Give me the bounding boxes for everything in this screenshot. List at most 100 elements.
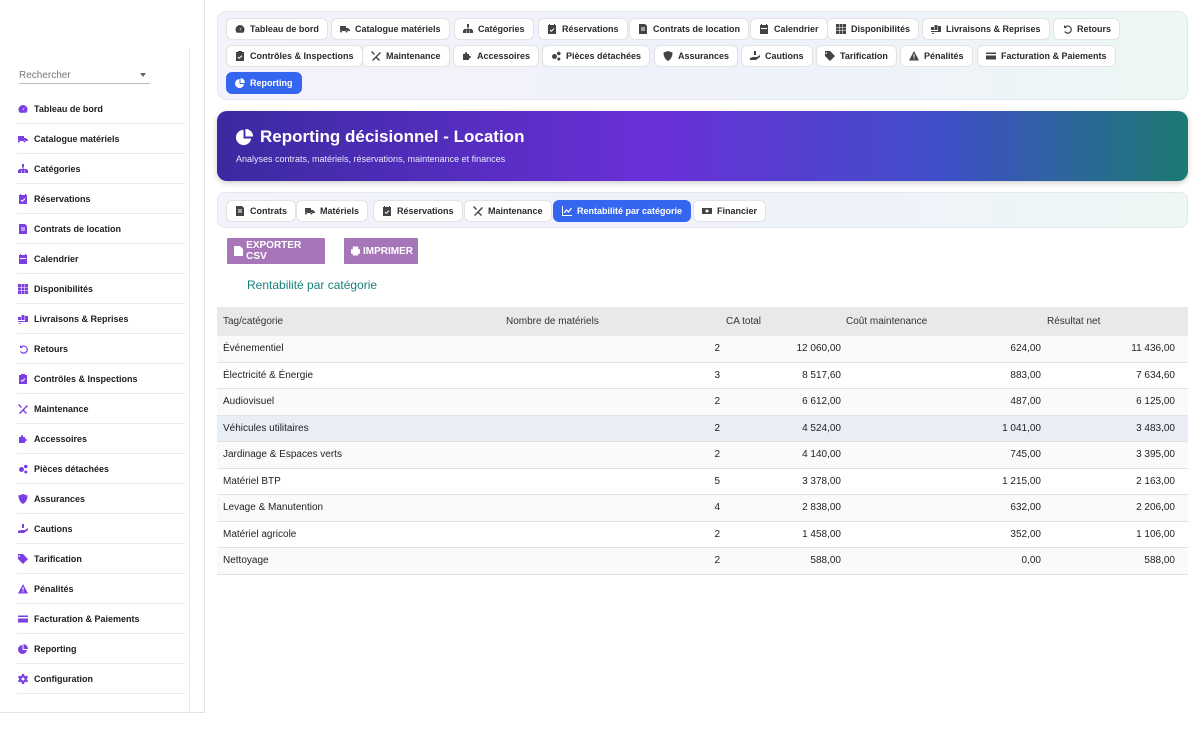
nav-tab-categories[interactable]: Catégories <box>454 18 534 40</box>
sidebar-item-label: Catégories <box>34 163 81 174</box>
table-cell: 2 206,00 <box>1136 502 1175 514</box>
money-icon <box>702 206 712 216</box>
sidebar-item-facturation-and-paiements[interactable]: Facturation & Paiements <box>17 604 185 634</box>
sidebar-item-pieces-detachees[interactable]: Pièces détachées <box>17 454 185 484</box>
table-cell: 624,00 <box>1010 343 1041 355</box>
export-csv-button[interactable]: EXPORTER CSV <box>227 238 325 264</box>
nav-tab-controles-and-inspections[interactable]: Contrôles & Inspections <box>226 45 363 67</box>
nav-tab-label: Tableau de bord <box>250 24 319 34</box>
report-tab-label: Maintenance <box>488 206 543 216</box>
sidebar-item-calendrier[interactable]: Calendrier <box>17 244 185 274</box>
calendar-icon <box>17 253 28 264</box>
table-cell: 2 <box>714 396 720 408</box>
sidebar-item-reporting[interactable]: Reporting <box>17 634 185 664</box>
table-row[interactable]: Levage & Manutention 4 2 838,00 632,00 2 206… <box>217 495 1188 522</box>
nav-tab-label: Contrôles & Inspections <box>250 51 354 61</box>
nav-tab-retours[interactable]: Retours <box>1053 18 1121 40</box>
sidebar-item-catalogue-materiels[interactable]: Catalogue matériels <box>17 124 185 154</box>
table-cell: 2 <box>714 528 720 540</box>
nav-tab-penalites[interactable]: Pénalités <box>900 45 973 67</box>
nav-tab-tableau-de-bord[interactable]: Tableau de bord <box>226 18 328 40</box>
column-header[interactable]: Nombre de matériels <box>500 316 726 327</box>
table-cell: 487,00 <box>1010 396 1041 408</box>
nav-tab-label: Livraisons & Reprises <box>946 24 1041 34</box>
nav-tab-label: Réservations <box>562 24 619 34</box>
sidebar-item-cautions[interactable]: Cautions <box>17 514 185 544</box>
column-header[interactable]: Tag/catégorie <box>217 316 500 327</box>
search-select[interactable]: Rechercher <box>19 66 150 84</box>
nav-tab-label: Calendrier <box>774 24 819 34</box>
nav-tab-pieces-detachees[interactable]: Pièces détachées <box>542 45 651 67</box>
sidebar-item-label: Calendrier <box>34 253 79 264</box>
table-cell: 2 <box>714 422 720 434</box>
sidebar-item-retours[interactable]: Retours <box>17 334 185 364</box>
report-tab-financier[interactable]: Financier <box>693 200 767 222</box>
table-cell: Électricité & Énergie <box>223 369 314 381</box>
chart-line-icon <box>562 206 572 216</box>
sidebar-item-maintenance[interactable]: Maintenance <box>17 394 185 424</box>
nav-tab-assurances[interactable]: Assurances <box>654 45 739 67</box>
table-cell: 588,00 <box>810 555 841 567</box>
table-row[interactable]: Véhicules utilitaires 2 4 524,00 1 041,00 3 … <box>217 415 1188 442</box>
table-cell: Véhicules utilitaires <box>223 422 309 434</box>
table-row[interactable]: Jardinage & Espaces verts 2 4 140,00 745,00… <box>217 442 1188 469</box>
report-tab-label: Financier <box>717 206 758 216</box>
undo-icon <box>17 343 28 354</box>
sidebar-item-assurances[interactable]: Assurances <box>17 484 185 514</box>
table-row[interactable]: Nettoyage 2 588,00 0,00 588,00 <box>217 548 1188 575</box>
report-tab-contrats[interactable]: Contrats <box>226 200 297 222</box>
sidebar-item-label: Accessoires <box>34 433 88 444</box>
gauge-icon <box>17 103 28 114</box>
tools-icon <box>17 403 28 414</box>
sidebar-item-livraisons-and-reprises[interactable]: Livraisons & Reprises <box>17 304 185 334</box>
report-tab-rentabilite-par-categorie[interactable]: Rentabilité par catégorie <box>553 200 692 222</box>
chevron-down-icon[interactable] <box>140 73 146 77</box>
nav-tab-contrats-de-location[interactable]: Contrats de location <box>629 18 750 40</box>
nav-tab-tarification[interactable]: Tarification <box>816 45 897 67</box>
nav-tab-reporting[interactable]: Reporting <box>226 72 302 94</box>
tags-icon <box>825 51 835 61</box>
column-header[interactable]: CA total <box>726 316 846 327</box>
print-button[interactable]: IMPRIMER <box>344 238 418 264</box>
report-tab-maintenance[interactable]: Maintenance <box>464 200 552 222</box>
nav-tab-disponibilites[interactable]: Disponibilités <box>827 18 920 40</box>
sidebar-item-tarification[interactable]: Tarification <box>17 544 185 574</box>
sidebar-item-controles-and-inspections[interactable]: Contrôles & Inspections <box>17 364 185 394</box>
nav-tab-reservations[interactable]: Réservations <box>538 18 628 40</box>
nav-tab-maintenance[interactable]: Maintenance <box>362 45 450 67</box>
nav-tab-facturation-and-paiements[interactable]: Facturation & Paiements <box>977 45 1116 67</box>
chart-pie-icon <box>235 78 245 88</box>
sidebar-item-penalites[interactable]: Pénalités <box>17 574 185 604</box>
table-cell: 1 041,00 <box>1002 422 1041 434</box>
sidebar-item-accessoires[interactable]: Accessoires <box>17 424 185 454</box>
table-row[interactable]: Électricité & Énergie 3 8 517,60 883,00 7 63… <box>217 363 1188 389</box>
report-tab-materiels[interactable]: Matériels <box>296 200 369 222</box>
table-cell: 12 060,00 <box>796 343 842 355</box>
nav-tab-catalogue-materiels[interactable]: Catalogue matériels <box>331 18 450 40</box>
sidebar-item-configuration[interactable]: Configuration <box>17 664 185 694</box>
sidebar-item-contrats-de-location[interactable]: Contrats de location <box>17 214 185 244</box>
sidebar-item-label: Réservations <box>34 193 91 204</box>
table-cell: Audiovisuel <box>223 396 275 408</box>
nav-tab-cautions[interactable]: Cautions <box>741 45 813 67</box>
sidebar-item-disponibilites[interactable]: Disponibilités <box>17 274 185 304</box>
sidebar-item-categories[interactable]: Catégories <box>17 154 185 184</box>
table-cell: 1 215,00 <box>1002 475 1041 487</box>
nav-tab-label: Pénalités <box>924 51 964 61</box>
table-row[interactable]: Matériel BTP 5 3 378,00 1 215,00 2 163,00 <box>217 469 1188 495</box>
table-row[interactable]: Événementiel 2 12 060,00 624,00 11 436,00 <box>217 336 1188 363</box>
column-header[interactable]: Coût maintenance <box>846 316 1047 327</box>
nav-tab-label: Assurances <box>678 51 730 61</box>
table-cell: 3 395,00 <box>1136 449 1175 461</box>
table-row[interactable]: Matériel agricole 2 1 458,00 352,00 1 106,00 <box>217 522 1188 548</box>
nav-tab-accessoires[interactable]: Accessoires <box>453 45 540 67</box>
sidebar-item-label: Cautions <box>34 523 73 534</box>
nav-tab-calendrier[interactable]: Calendrier <box>750 18 828 40</box>
sidebar-item-reservations[interactable]: Réservations <box>17 184 185 214</box>
sidebar-item-tableau-de-bord[interactable]: Tableau de bord <box>17 94 185 124</box>
column-header[interactable]: Résultat net <box>1047 316 1187 327</box>
table-cell: 3 483,00 <box>1136 422 1175 434</box>
report-tab-reservations[interactable]: Réservations <box>373 200 463 222</box>
table-row[interactable]: Audiovisuel 2 6 612,00 487,00 6 125,00 <box>217 389 1188 416</box>
nav-tab-livraisons-and-reprises[interactable]: Livraisons & Reprises <box>922 18 1050 40</box>
